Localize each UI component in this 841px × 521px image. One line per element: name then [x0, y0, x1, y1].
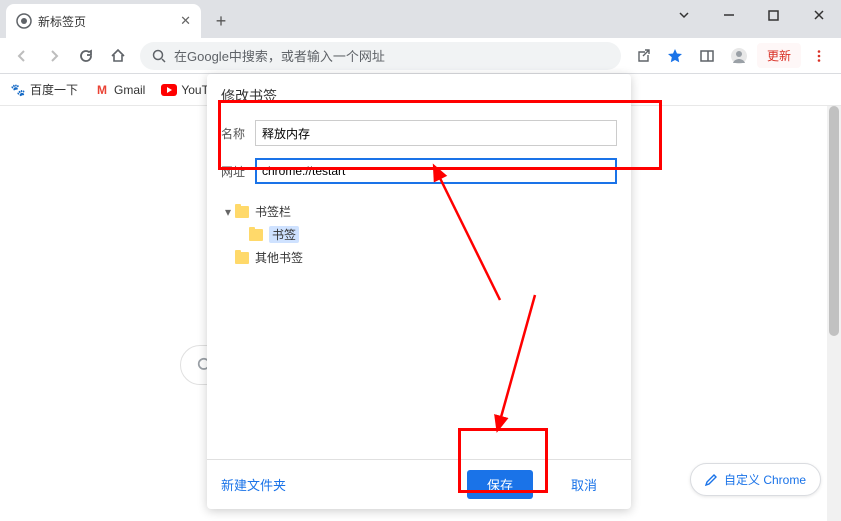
toolbar: 在Google中搜索，或者输入一个网址 更新	[0, 38, 841, 74]
dialog-title: 修改书签	[207, 74, 631, 114]
search-icon	[152, 49, 166, 63]
menu-icon[interactable]	[805, 42, 833, 70]
bookmark-star-icon[interactable]	[661, 42, 689, 70]
save-button[interactable]: 保存	[467, 470, 533, 499]
window-dropdown-icon[interactable]	[661, 0, 706, 30]
side-panel-icon[interactable]	[693, 42, 721, 70]
name-row: 名称	[221, 120, 617, 146]
new-folder-button[interactable]: 新建文件夹	[221, 475, 286, 494]
edit-bookmark-dialog: 修改书签 名称 网址 ▾ 书签栏 书签 其他书签	[207, 74, 631, 509]
tree-row-bookmarks[interactable]: 书签	[221, 223, 617, 246]
name-input[interactable]	[255, 120, 617, 146]
pencil-icon	[705, 473, 718, 486]
window-maximize-icon[interactable]	[751, 0, 796, 30]
omnibox-placeholder: 在Google中搜索，或者输入一个网址	[174, 46, 385, 65]
bookmark-label: Gmail	[114, 83, 145, 97]
omnibox[interactable]: 在Google中搜索，或者输入一个网址	[140, 42, 621, 70]
window-minimize-icon[interactable]	[706, 0, 751, 30]
cancel-button[interactable]: 取消	[551, 470, 617, 499]
forward-button[interactable]	[40, 42, 68, 70]
chrome-favicon-icon	[16, 13, 32, 29]
folder-icon	[235, 252, 249, 264]
name-label: 名称	[221, 125, 255, 142]
update-button[interactable]: 更新	[757, 43, 801, 68]
bookmark-item-gmail[interactable]: M Gmail	[94, 82, 145, 98]
folder-tree: ▾ 书签栏 书签 其他书签	[221, 200, 617, 269]
customize-chrome-button[interactable]: 自定义 Chrome	[690, 463, 821, 496]
customize-label: 自定义 Chrome	[724, 471, 806, 488]
new-tab-button[interactable]: +	[207, 7, 235, 35]
profile-icon[interactable]	[725, 42, 753, 70]
tree-row-other-bookmarks[interactable]: 其他书签	[221, 246, 617, 269]
scrollbar-thumb[interactable]	[829, 106, 839, 336]
url-label: 网址	[221, 163, 255, 180]
youtube-icon	[161, 82, 177, 98]
tree-row-bookmarks-bar[interactable]: ▾ 书签栏	[221, 200, 617, 223]
back-button[interactable]	[8, 42, 36, 70]
window-close-icon[interactable]	[796, 0, 841, 30]
browser-tab[interactable]: 新标签页 ✕	[6, 4, 201, 38]
tab-close-icon[interactable]: ✕	[180, 13, 191, 29]
gmail-icon: M	[94, 82, 110, 98]
dialog-footer: 新建文件夹 保存 取消	[207, 459, 631, 509]
folder-icon	[235, 206, 249, 218]
window-controls	[661, 0, 841, 30]
reload-button[interactable]	[72, 42, 100, 70]
home-button[interactable]	[104, 42, 132, 70]
bookmark-label: 百度一下	[30, 81, 78, 98]
baidu-icon: 🐾	[10, 82, 26, 98]
scrollbar-track[interactable]	[827, 106, 841, 521]
tab-title: 新标签页	[38, 13, 180, 30]
bookmark-item-baidu[interactable]: 🐾 百度一下	[10, 81, 78, 98]
url-input[interactable]	[255, 158, 617, 184]
dialog-body: 名称 网址 ▾ 书签栏 书签 其他书签	[207, 114, 631, 459]
share-icon[interactable]	[629, 42, 657, 70]
titlebar: 新标签页 ✕ +	[0, 0, 841, 38]
tree-label: 书签栏	[255, 203, 291, 220]
tree-label: 书签	[269, 226, 299, 243]
url-row: 网址	[221, 158, 617, 184]
caret-down-icon[interactable]: ▾	[221, 205, 235, 219]
tree-label: 其他书签	[255, 249, 303, 266]
folder-icon	[249, 229, 263, 241]
